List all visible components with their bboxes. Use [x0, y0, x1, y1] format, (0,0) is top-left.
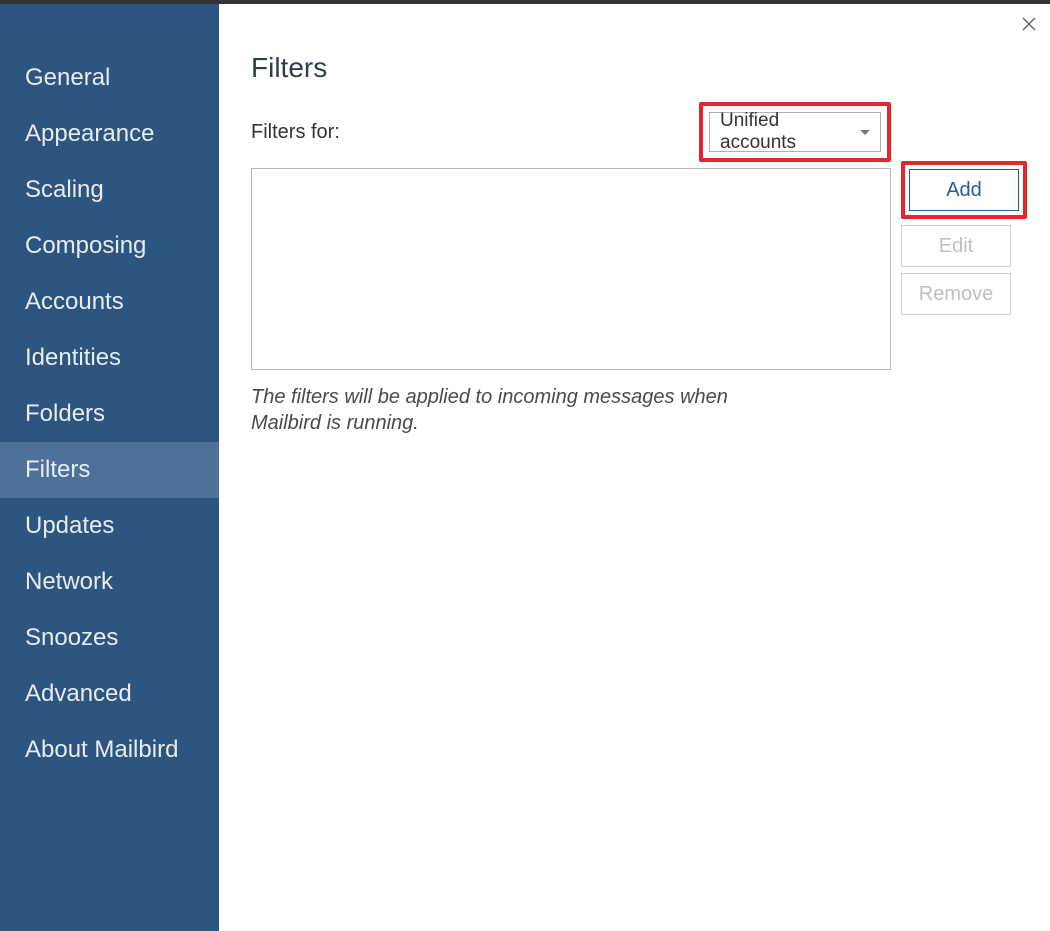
- window-top-border: [0, 0, 1050, 4]
- sidebar-item-appearance[interactable]: Appearance: [0, 106, 219, 162]
- edit-button[interactable]: Edit: [901, 225, 1011, 267]
- sidebar-item-label: Folders: [25, 400, 105, 428]
- button-label: Edit: [939, 235, 973, 258]
- annotation-highlight-add: Add: [901, 161, 1027, 219]
- page-title: Filters: [251, 52, 1027, 84]
- annotation-highlight-dropdown: Unified accounts: [699, 102, 891, 162]
- button-label: Add: [946, 179, 982, 202]
- sidebar-item-folders[interactable]: Folders: [0, 386, 219, 442]
- button-label: Remove: [919, 283, 993, 306]
- sidebar-item-label: About Mailbird: [25, 736, 178, 764]
- sidebar-item-advanced[interactable]: Advanced: [0, 666, 219, 722]
- close-button[interactable]: [1019, 14, 1039, 34]
- sidebar-item-label: Advanced: [25, 680, 132, 708]
- main-panel: Filters Filters for: Unified accounts Ad…: [219, 0, 1050, 931]
- sidebar-item-label: General: [25, 64, 110, 92]
- sidebar-item-general[interactable]: General: [0, 50, 219, 106]
- sidebar-item-filters[interactable]: Filters: [0, 442, 219, 498]
- sidebar-item-label: Identities: [25, 344, 121, 372]
- close-icon: [1021, 16, 1037, 32]
- sidebar-item-label: Snoozes: [25, 624, 118, 652]
- sidebar-item-network[interactable]: Network: [0, 554, 219, 610]
- sidebar-item-label: Composing: [25, 232, 146, 260]
- sidebar-item-snoozes[interactable]: Snoozes: [0, 610, 219, 666]
- filters-for-row: Filters for: Unified accounts: [251, 102, 891, 162]
- sidebar-item-accounts[interactable]: Accounts: [0, 274, 219, 330]
- sidebar-nav: General Appearance Scaling Composing Acc…: [0, 0, 219, 931]
- sidebar-item-updates[interactable]: Updates: [0, 498, 219, 554]
- sidebar-item-label: Appearance: [25, 120, 154, 148]
- sidebar-item-label: Filters: [25, 456, 90, 484]
- chevron-down-icon: [860, 130, 870, 135]
- remove-button[interactable]: Remove: [901, 273, 1011, 315]
- sidebar-item-identities[interactable]: Identities: [0, 330, 219, 386]
- filters-for-dropdown[interactable]: Unified accounts: [709, 112, 881, 152]
- filters-info-text: The filters will be applied to incoming …: [251, 384, 781, 436]
- filter-action-buttons: Add Edit Remove: [901, 168, 1027, 315]
- sidebar-item-label: Scaling: [25, 176, 104, 204]
- sidebar-item-label: Updates: [25, 512, 114, 540]
- sidebar-item-label: Accounts: [25, 288, 124, 316]
- filters-content-row: Add Edit Remove: [251, 168, 1027, 370]
- sidebar-item-label: Network: [25, 568, 113, 596]
- filters-list[interactable]: [251, 168, 891, 370]
- sidebar-item-composing[interactable]: Composing: [0, 218, 219, 274]
- add-button[interactable]: Add: [909, 169, 1019, 211]
- dropdown-selected-value: Unified accounts: [720, 110, 860, 154]
- sidebar-item-scaling[interactable]: Scaling: [0, 162, 219, 218]
- sidebar-item-about-mailbird[interactable]: About Mailbird: [0, 722, 219, 778]
- filters-for-label: Filters for:: [251, 121, 340, 144]
